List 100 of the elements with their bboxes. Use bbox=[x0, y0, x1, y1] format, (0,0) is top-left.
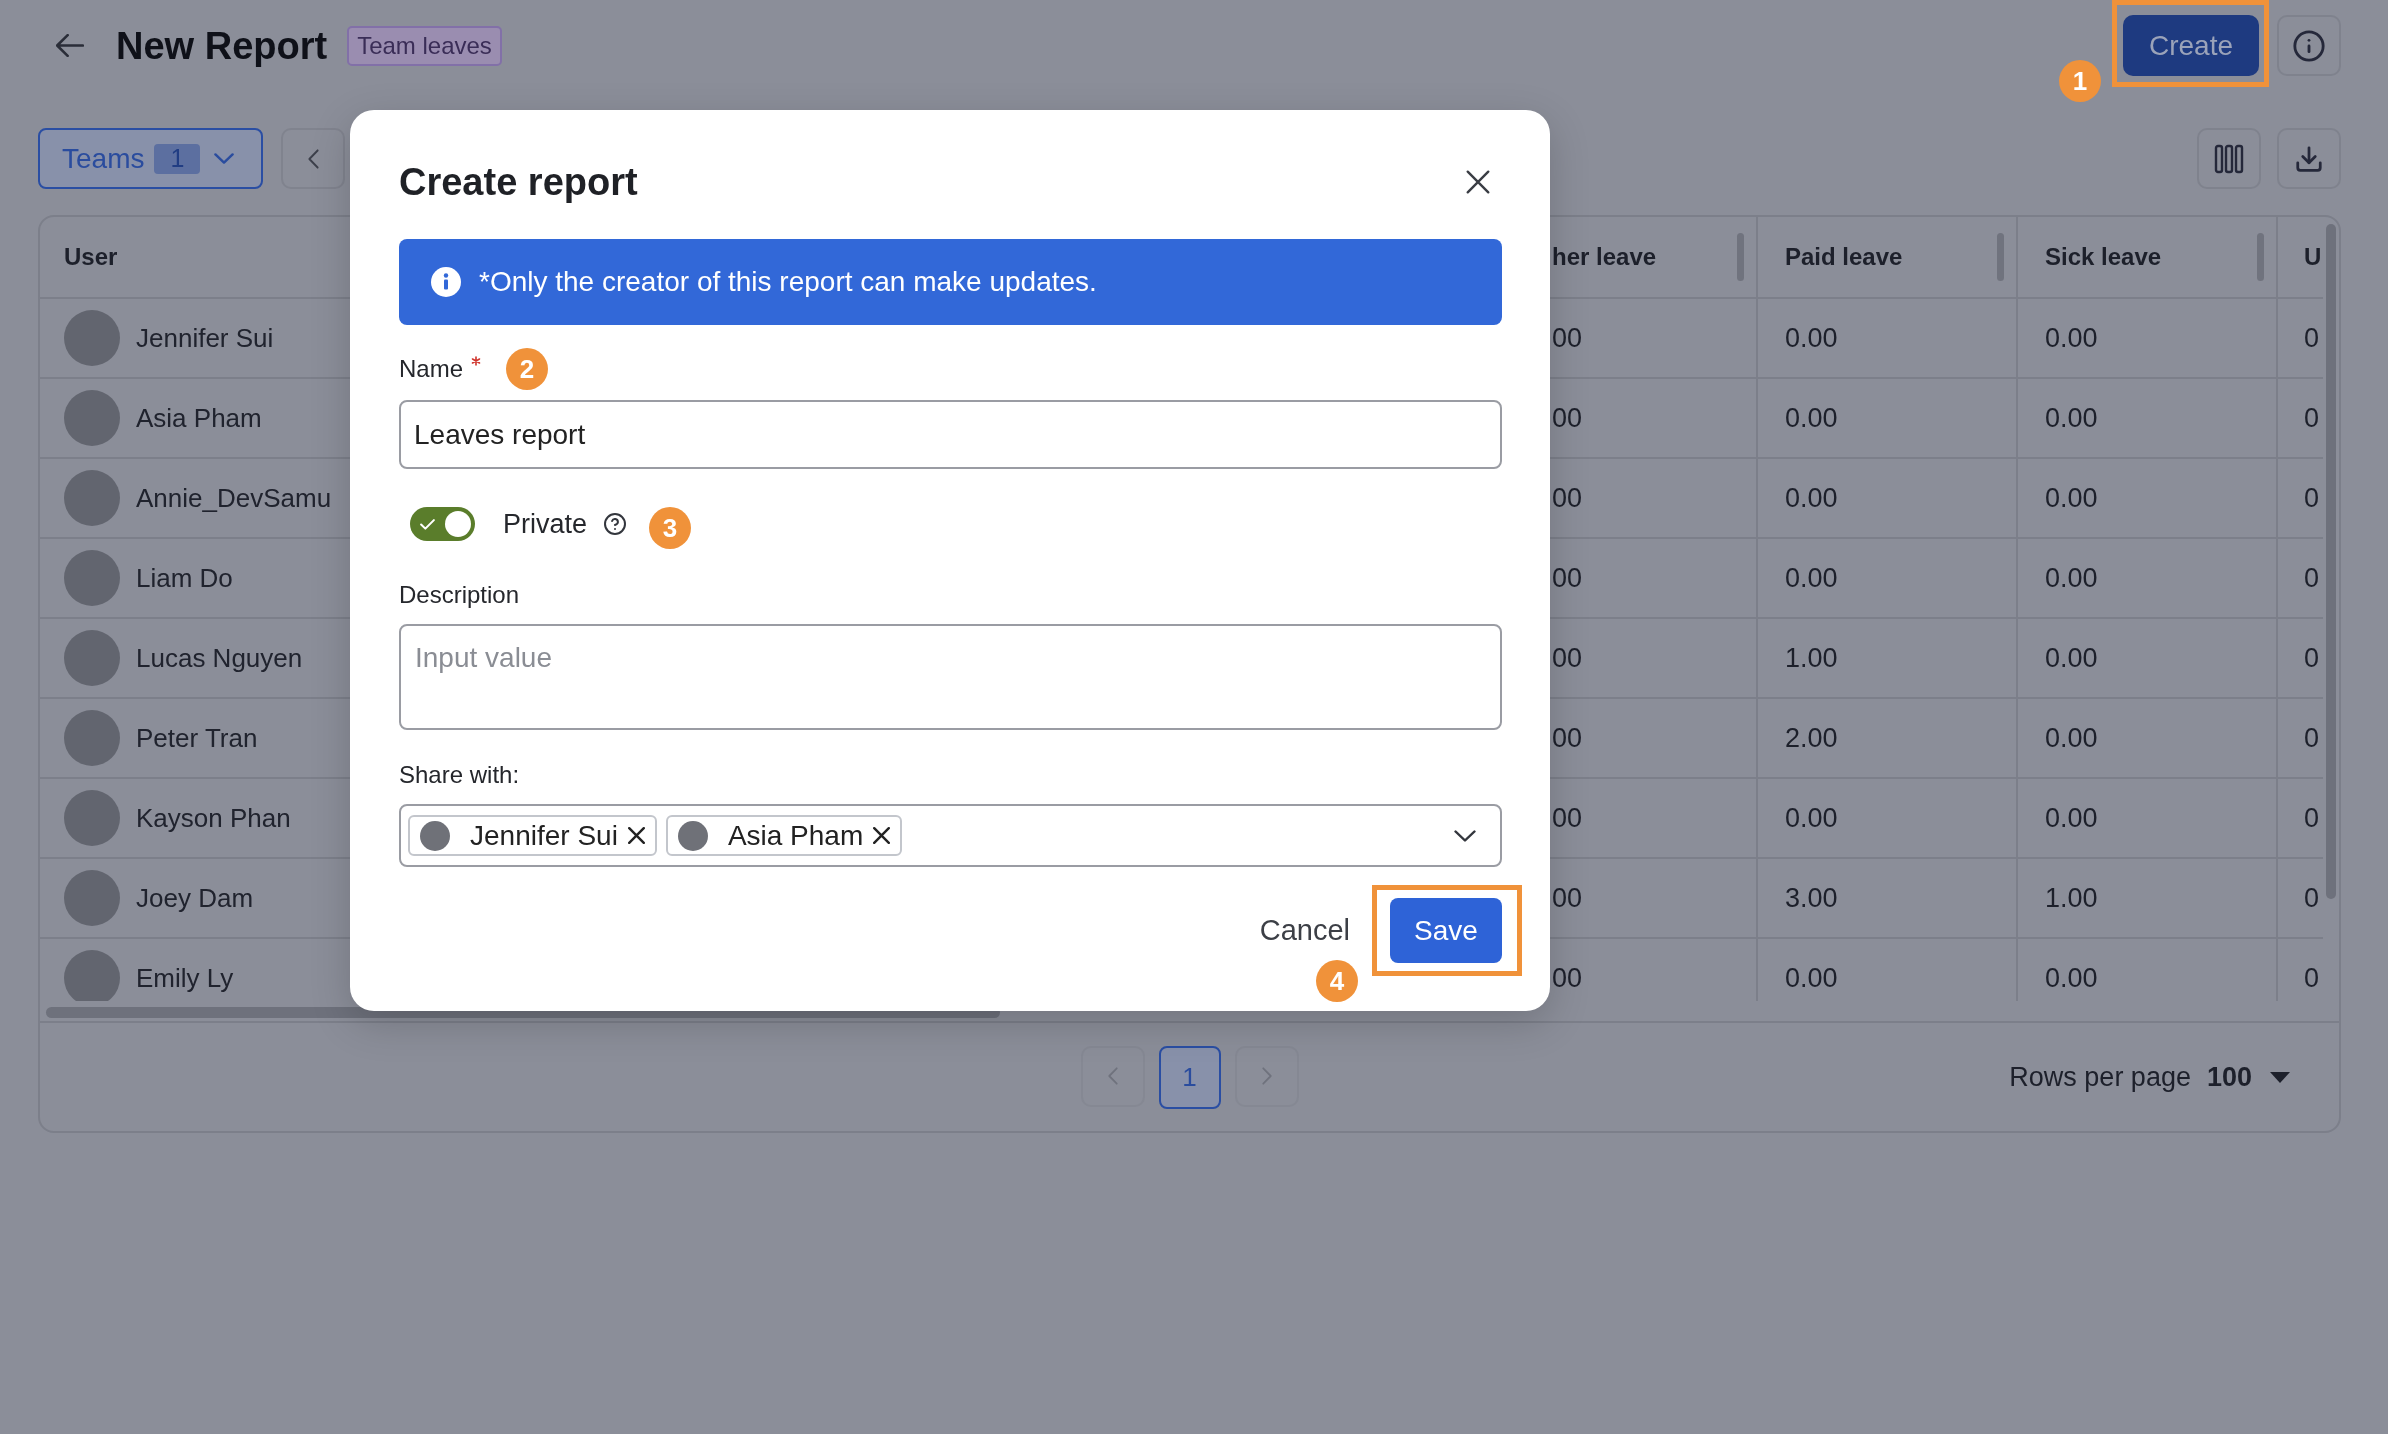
resize-handle[interactable] bbox=[2257, 233, 2264, 281]
table-cell: 0.00 bbox=[2045, 482, 2098, 514]
page-title: New Report bbox=[116, 26, 328, 65]
info-icon bbox=[431, 267, 461, 297]
table-cell: 0.00 bbox=[2045, 642, 2098, 674]
columns-button[interactable] bbox=[2197, 128, 2261, 189]
table-cell: 00 bbox=[1552, 402, 1583, 434]
create-button[interactable]: Create bbox=[2123, 15, 2259, 76]
step-callout: 3 bbox=[649, 507, 692, 549]
table-cell: 0.00 bbox=[2045, 562, 2098, 594]
selection-count: 1 bbox=[154, 143, 201, 174]
back-arrow-icon[interactable] bbox=[56, 34, 84, 57]
user-name: Liam Do bbox=[136, 562, 233, 594]
field-label: Share with: bbox=[399, 761, 520, 789]
table-cell: 0.00 bbox=[1785, 962, 1838, 994]
user-chip[interactable]: Jennifer Sui bbox=[408, 815, 657, 856]
user-name: Lucas Nguyen bbox=[136, 642, 303, 674]
chevron-left-icon bbox=[307, 148, 319, 169]
table-cell: 0.00 bbox=[1785, 802, 1838, 834]
notice-text: *Only the creator of this report can make updates. bbox=[479, 266, 1097, 298]
columns-icon bbox=[2214, 143, 2244, 174]
user-name: Kayson Phan bbox=[136, 802, 291, 834]
user-chip[interactable]: Asia Pham bbox=[665, 815, 903, 856]
chevron-right-icon bbox=[1261, 1067, 1272, 1085]
info-icon bbox=[2292, 28, 2326, 63]
resize-handle[interactable] bbox=[1997, 233, 2004, 281]
user-name: Asia Pham bbox=[136, 402, 262, 434]
avatar-placeholder bbox=[677, 820, 708, 851]
table-cell: 0.00 bbox=[1785, 402, 1838, 434]
table-cell: 1.00 bbox=[2045, 882, 2098, 914]
table-cell: 00 bbox=[1552, 642, 1583, 674]
field-label: Name bbox=[399, 355, 464, 383]
vertical-scrollbar[interactable] bbox=[2326, 224, 2336, 899]
table-cell: 0 bbox=[2304, 322, 2320, 354]
description-input[interactable]: Input value bbox=[399, 624, 1502, 730]
table-cell: 0 bbox=[2304, 482, 2320, 514]
resize-handle[interactable] bbox=[1737, 233, 1744, 281]
table-cell: 0.00 bbox=[2045, 722, 2098, 754]
table-cell: 0 bbox=[2304, 722, 2320, 754]
avatar-placeholder bbox=[64, 950, 120, 1001]
table-cell: 00 bbox=[1552, 482, 1583, 514]
dialog-title: Create report bbox=[399, 160, 638, 204]
table-cell: 0.00 bbox=[2045, 802, 2098, 834]
column-header: her leave bbox=[1552, 243, 1657, 271]
table-cell: 0 bbox=[2304, 802, 2320, 834]
table-cell: 00 bbox=[1552, 962, 1583, 994]
avatar-placeholder bbox=[64, 310, 120, 366]
avatar-placeholder bbox=[64, 550, 120, 606]
table-cell: 0 bbox=[2304, 882, 2320, 914]
table-cell: 2.00 bbox=[1785, 722, 1838, 754]
avatar-placeholder bbox=[64, 390, 120, 446]
rows-per-page-label: Rows per page bbox=[2009, 1061, 2191, 1093]
cancel-button[interactable]: Cancel bbox=[1259, 914, 1350, 947]
table-cell: 0.00 bbox=[2045, 322, 2098, 354]
remove-icon[interactable] bbox=[627, 827, 645, 844]
close-icon[interactable] bbox=[1466, 170, 1490, 194]
chip-label: Asia Pham bbox=[727, 819, 864, 852]
table-cell: 0 bbox=[2304, 562, 2320, 594]
avatar-placeholder bbox=[64, 870, 120, 926]
avatar-placeholder bbox=[64, 470, 120, 526]
table-cell: 0.00 bbox=[2045, 402, 2098, 434]
table-cell: 0 bbox=[2304, 642, 2320, 674]
table-cell: 00 bbox=[1552, 562, 1583, 594]
column-header: User bbox=[64, 243, 118, 271]
avatar-placeholder bbox=[64, 630, 120, 686]
column-header: U bbox=[2304, 243, 2322, 271]
info-button[interactable] bbox=[2277, 15, 2341, 76]
report-tag: Team leaves bbox=[347, 25, 502, 66]
table-cell: 0.00 bbox=[2045, 962, 2098, 994]
download-button[interactable] bbox=[2277, 128, 2341, 189]
table-cell: 0 bbox=[2304, 962, 2320, 994]
user-name: Emily Ly bbox=[136, 962, 234, 994]
chevron-down-icon[interactable] bbox=[1454, 829, 1476, 842]
step-callout: 2 bbox=[506, 348, 549, 390]
remove-icon[interactable] bbox=[873, 827, 891, 844]
share-with-select[interactable]: Jennifer Sui Asia Pham bbox=[399, 804, 1502, 867]
step-callout: 1 bbox=[2059, 60, 2101, 102]
table-cell: 00 bbox=[1552, 722, 1583, 754]
table-cell: 00 bbox=[1552, 802, 1583, 834]
rows-per-page-select[interactable]: 100 bbox=[2206, 1061, 2290, 1093]
check-icon bbox=[420, 518, 435, 530]
help-icon[interactable] bbox=[603, 512, 628, 536]
name-input[interactable]: Leaves report bbox=[399, 400, 1502, 469]
field-label: Description bbox=[399, 581, 520, 609]
toggle-label: Private bbox=[503, 508, 588, 540]
caret-down-icon bbox=[2270, 1071, 2290, 1083]
user-name: Jennifer Sui bbox=[136, 322, 274, 354]
chevron-down-icon bbox=[214, 153, 235, 164]
save-button[interactable]: Save bbox=[1390, 898, 1502, 963]
table-cell: 00 bbox=[1552, 882, 1583, 914]
chevron-left-icon bbox=[1107, 1067, 1118, 1085]
column-header: Sick leave bbox=[2045, 243, 2162, 271]
user-name: Annie_DevSamu bbox=[136, 482, 332, 514]
column-header: Paid leave bbox=[1785, 243, 1903, 271]
table-cell: 1.00 bbox=[1785, 642, 1838, 674]
avatar-placeholder bbox=[64, 790, 120, 846]
user-name: Joey Dam bbox=[136, 882, 254, 914]
private-toggle[interactable] bbox=[410, 507, 475, 541]
table-cell: 0 bbox=[2304, 402, 2320, 434]
user-name: Peter Tran bbox=[136, 722, 258, 754]
